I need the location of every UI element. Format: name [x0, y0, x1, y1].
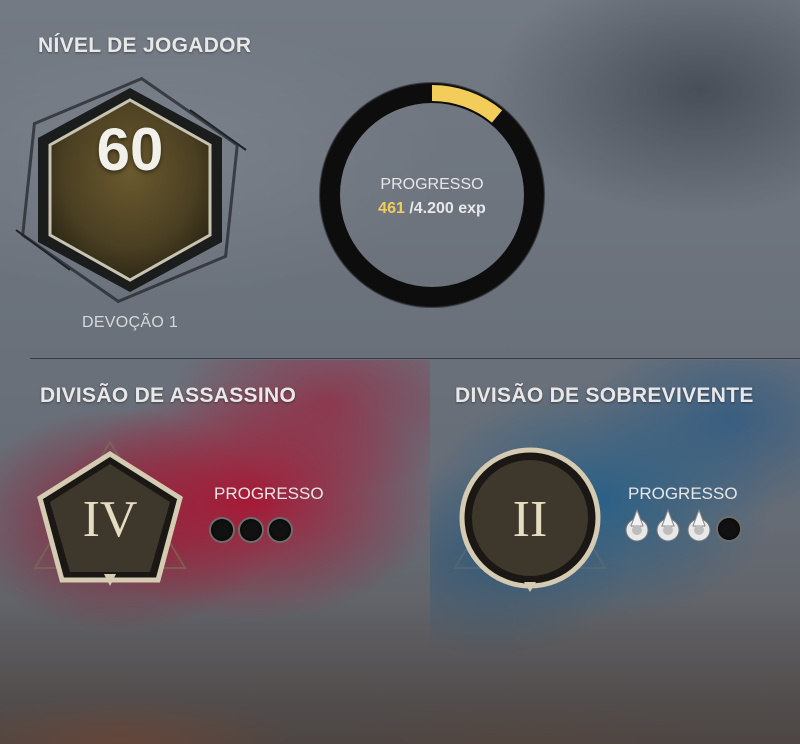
pip-filled-icon	[625, 508, 649, 542]
level-number: 60	[96, 116, 164, 183]
exp-current: 461	[378, 200, 405, 217]
player-level-title: NÍVEL DE JOGADOR	[38, 34, 252, 57]
exp-progress-label: PROGRESSO	[380, 176, 484, 193]
killer-division-title: DIVISÃO DE ASSASSINO	[40, 384, 297, 407]
pip-empty	[718, 518, 740, 540]
pip-filled-icon	[687, 508, 711, 542]
survivor-division-title: DIVISÃO DE SOBREVIVENTE	[455, 384, 754, 407]
survivor-rank-numeral: II	[513, 491, 548, 548]
killer-rank-numeral: IV	[83, 491, 138, 548]
killer-progress-pips	[210, 518, 292, 542]
survivor-progress-label: PROGRESSO	[628, 484, 738, 503]
section-divider	[30, 358, 800, 359]
survivor-rank-emblem: II	[453, 440, 607, 592]
pip-empty	[240, 519, 262, 541]
survivor-progress-pips	[624, 508, 741, 542]
pip-empty	[269, 519, 291, 541]
pip-filled-icon	[656, 508, 680, 542]
killer-rank-emblem: IV	[33, 440, 187, 586]
killer-progress-label: PROGRESSO	[214, 484, 324, 503]
exp-progress-values: 461 /4.200 exp	[312, 200, 552, 218]
exp-progress-ring	[319, 82, 545, 308]
pip-empty	[211, 519, 233, 541]
devotion-label: DEVOÇÃO 1	[81, 314, 179, 331]
exp-total: /4.200 exp	[409, 200, 486, 217]
